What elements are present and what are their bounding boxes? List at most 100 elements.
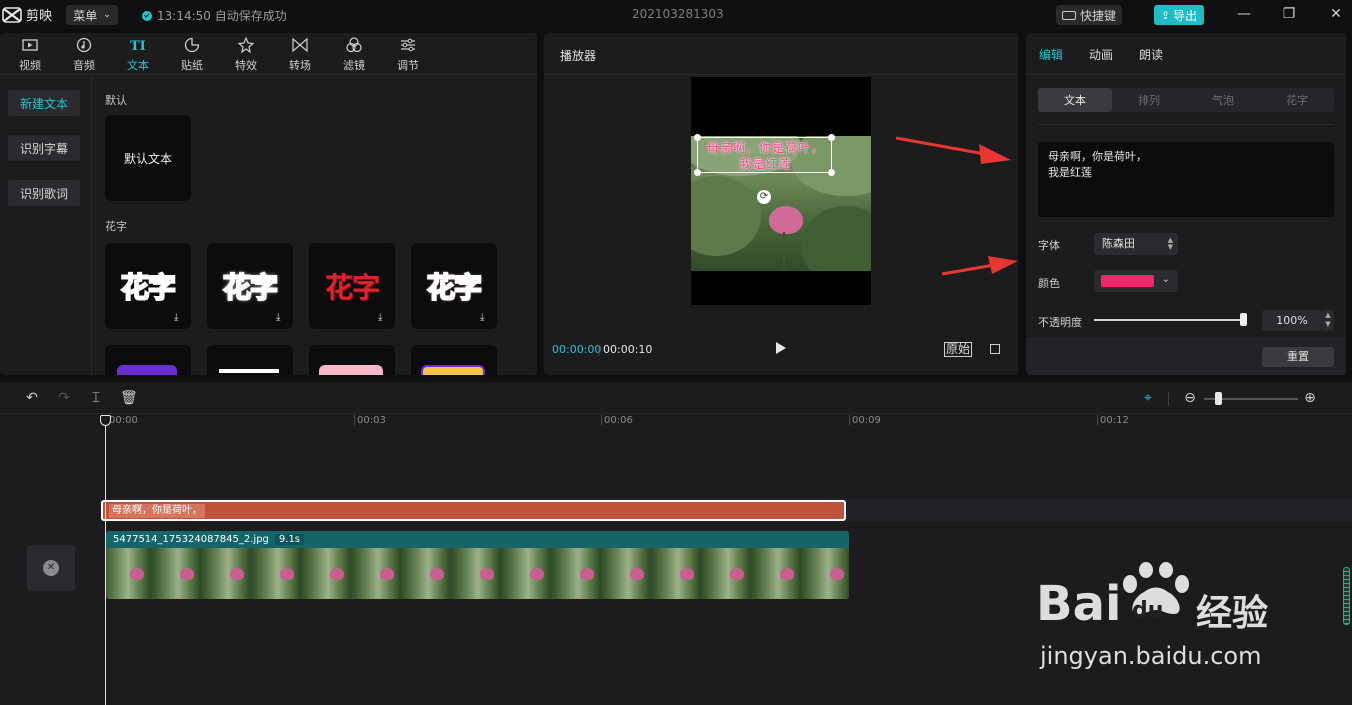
fancy-text-tile[interactable]: 花字 ⤓: [411, 243, 497, 329]
text-selection-box[interactable]: 母亲啊，你是荷叶， 我是红莲: [694, 134, 835, 176]
autosave-text: 13:14:50 自动保存成功: [157, 9, 287, 23]
tab-filter[interactable]: 滤镜: [327, 33, 381, 75]
tab-edit[interactable]: 编辑: [1039, 46, 1063, 63]
tab-audio[interactable]: 音频: [57, 33, 111, 75]
keyboard-icon: [1061, 10, 1076, 20]
tab-effects[interactable]: 特效: [219, 33, 273, 75]
export-button[interactable]: ⇪ 导出: [1154, 5, 1204, 25]
ruler-label: 00:06: [604, 415, 633, 426]
color-swatch: [1101, 275, 1154, 287]
font-label: 字体: [1038, 239, 1060, 252]
font-select[interactable]: 陈森田 ▲ ▼: [1094, 233, 1178, 255]
chevron-down-icon: ⌄: [103, 10, 111, 20]
original-ratio-button[interactable]: 原始: [944, 342, 973, 357]
vertical-scrollbar[interactable]: [1343, 567, 1350, 625]
tab-animation[interactable]: 动画: [1089, 46, 1113, 63]
fancy-text-tile[interactable]: [105, 345, 191, 375]
title-bar: 剪映 菜单 ⌄ 13:14:50 自动保存成功 202103281303 快捷键…: [0, 0, 1352, 30]
up-down-arrows-icon: ▲ ▼: [1167, 236, 1173, 251]
timeline-toolbar: ↶ ↷ ⌶ 🗑 ⌖ ⊖ ⊕: [0, 382, 1352, 414]
restore-icon[interactable]: ❐: [1281, 6, 1297, 22]
color-select[interactable]: ⌄: [1094, 270, 1178, 292]
zoom-slider-handle[interactable]: [1215, 392, 1222, 405]
resize-handle[interactable]: [828, 169, 835, 176]
library-tabs: 视频 音频 TI 文本 贴纸 特效 转场 滤镜 调节: [0, 33, 537, 75]
zoom-out-icon[interactable]: ⊖: [1182, 390, 1198, 406]
app-name: 剪映: [26, 9, 53, 24]
properties-panel: 编辑 动画 朗读 文本 排列 气泡 花字 母亲啊，你是荷叶， 我是红莲 字体 陈…: [1026, 33, 1346, 375]
opacity-slider[interactable]: [1094, 319, 1246, 321]
mute-track-button[interactable]: ✕: [27, 545, 75, 591]
tab-sticker[interactable]: 贴纸: [165, 33, 219, 75]
undo-icon[interactable]: ↶: [24, 390, 40, 406]
timeline-panel: ↶ ↷ ⌶ 🗑 ⌖ ⊖ ⊕ 00:00 00:03 00:06 00:09 00…: [0, 382, 1352, 705]
fancy-text-tile[interactable]: 花字 ⤓: [207, 243, 293, 329]
recognize-subtitle-button[interactable]: 识别字幕: [8, 135, 80, 161]
resize-handle[interactable]: [694, 134, 701, 141]
subtab-text[interactable]: 文本: [1038, 88, 1112, 112]
capcut-logo-icon: [2, 6, 22, 23]
effects-icon: [237, 35, 255, 53]
redo-icon[interactable]: ↷: [56, 390, 72, 406]
svg-text:TI: TI: [130, 39, 146, 54]
shortcut-label: 快捷键: [1079, 8, 1116, 23]
subtab-fancy[interactable]: 花字: [1260, 88, 1334, 112]
text-subtabs: 文本 排列 气泡 花字: [1038, 88, 1334, 112]
total-time: 00:00:10: [603, 343, 653, 356]
fancy-text-tile[interactable]: 花字 ⤓: [105, 243, 191, 329]
zoom-in-icon[interactable]: ⊕: [1302, 390, 1318, 406]
library-sidebar: 新建文本 识别字幕 识别歌词: [0, 75, 92, 375]
reset-button[interactable]: 重置: [1262, 347, 1334, 367]
mute-icon: ✕: [43, 560, 59, 576]
video-clip-name: 5477514_175324087845_2.jpg: [113, 534, 269, 545]
video-preview[interactable]: 母亲啊，你是荷叶， 我是红莲 ⟳: [691, 77, 871, 305]
tab-video[interactable]: 视频: [3, 33, 57, 75]
minimize-icon[interactable]: —: [1236, 6, 1252, 22]
recognize-lyrics-button[interactable]: 识别歌词: [8, 180, 80, 206]
opacity-slider-handle[interactable]: [1240, 313, 1247, 326]
menu-label: 菜单: [73, 8, 98, 23]
autosave-status: 13:14:50 自动保存成功: [142, 7, 287, 24]
playhead-handle[interactable]: [100, 415, 111, 426]
default-text-tile[interactable]: 默认文本: [105, 115, 191, 201]
close-icon[interactable]: ✕: [1328, 6, 1344, 22]
new-text-button[interactable]: 新建文本: [8, 90, 80, 116]
fancy-text-tile[interactable]: [207, 345, 293, 375]
text-icon: TI: [130, 39, 146, 54]
fullscreen-icon[interactable]: [990, 344, 1000, 354]
subtab-arrange[interactable]: 排列: [1112, 88, 1186, 112]
overlay-text-line2: 我是红莲: [739, 157, 792, 171]
menu-button[interactable]: 菜单 ⌄: [66, 5, 118, 25]
fancy-text-tile[interactable]: [309, 345, 395, 375]
delete-icon[interactable]: 🗑: [120, 390, 138, 406]
shortcut-button[interactable]: 快捷键: [1056, 5, 1122, 25]
text-clip[interactable]: 母亲啊，你是荷叶，: [101, 500, 846, 521]
filter-icon: [346, 36, 362, 52]
tab-text[interactable]: TI 文本: [111, 33, 165, 75]
ruler-label: 00:00: [109, 415, 138, 426]
video-thumbnails: [106, 548, 849, 599]
video-clip[interactable]: 5477514_175324087845_2.jpg 9.1s: [106, 531, 849, 599]
fancy-text-tile[interactable]: [411, 345, 497, 375]
tab-transition[interactable]: 转场: [273, 33, 327, 75]
snap-icon[interactable]: ⌖: [1140, 390, 1156, 406]
tab-adjust[interactable]: 调节: [381, 33, 435, 75]
tab-read-aloud[interactable]: 朗读: [1139, 46, 1163, 63]
play-icon[interactable]: [776, 342, 786, 354]
playhead[interactable]: [105, 422, 106, 705]
project-name: 202103281303: [632, 7, 724, 21]
subtab-bubble[interactable]: 气泡: [1186, 88, 1260, 112]
opacity-stepper[interactable]: ▲ ▼: [1322, 310, 1334, 331]
opacity-input[interactable]: 100%: [1262, 310, 1322, 331]
sticker-icon: [184, 37, 200, 52]
text-content-input[interactable]: 母亲啊，你是荷叶， 我是红莲: [1038, 142, 1334, 217]
rotate-icon[interactable]: ⟳: [757, 190, 771, 204]
resize-handle[interactable]: [828, 134, 835, 141]
section-default-label: 默认: [105, 94, 127, 107]
resize-handle[interactable]: [694, 169, 701, 176]
fancy-text-tile[interactable]: 花字 ⤓: [309, 243, 395, 329]
split-icon[interactable]: ⌶: [88, 390, 104, 406]
export-icon: ⇪: [1160, 8, 1171, 22]
transition-icon: [292, 37, 308, 52]
download-icon: ⤓: [276, 312, 281, 323]
